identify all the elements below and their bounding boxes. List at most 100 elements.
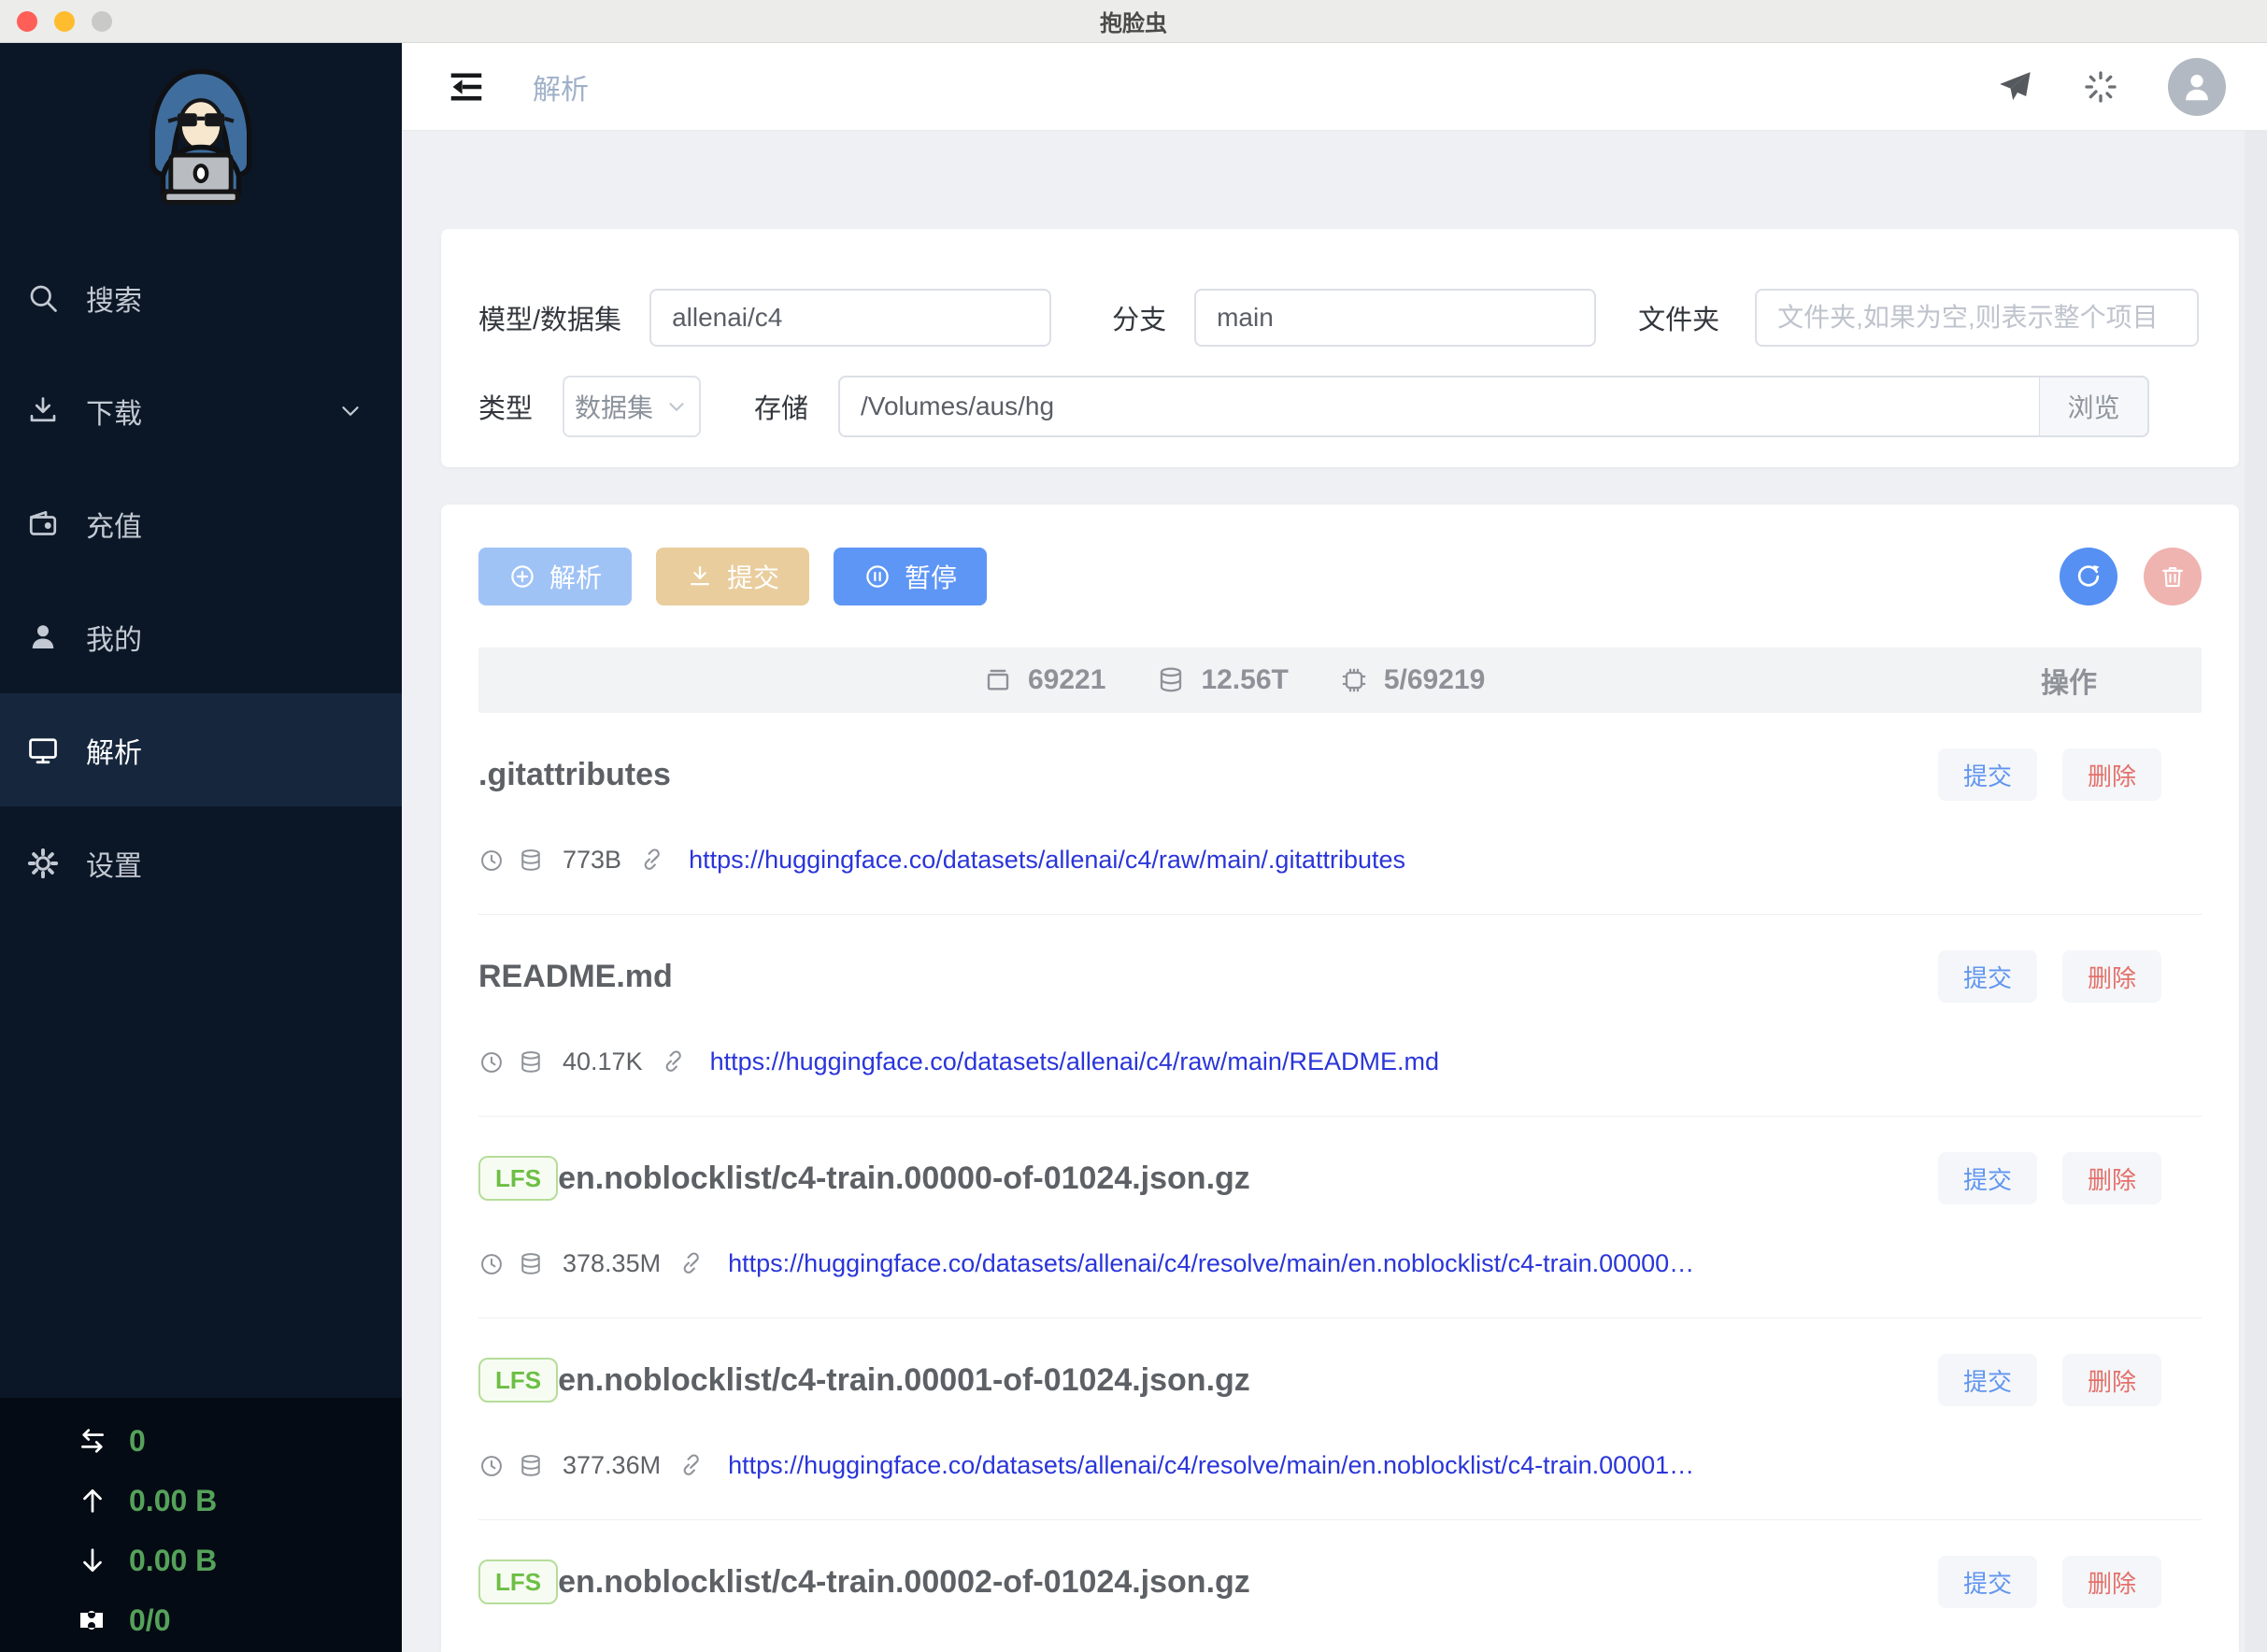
refresh-button[interactable] [2060, 548, 2117, 605]
file-list-card: 解析 提交 暂停 69221 12.56T 5/69219 操作 .gitatt… [441, 505, 2239, 1652]
database-icon [518, 1049, 544, 1075]
row-delete-button[interactable]: 删除 [2061, 1152, 2161, 1204]
plus-circle-icon [508, 563, 536, 591]
file-name: README.md [478, 958, 673, 994]
database-icon [518, 1251, 544, 1277]
stat-tasks: 0/0 [77, 1590, 402, 1650]
chevron-down-icon [336, 397, 364, 425]
file-url-link[interactable]: https://huggingface.co/datasets/allenai/… [728, 1249, 1694, 1278]
file-name: en.noblocklist/c4-train.00002-of-01024.j… [558, 1563, 1250, 1600]
topbar: 解析 [402, 43, 2267, 131]
clock-icon [478, 1453, 505, 1479]
row-submit-button[interactable]: 提交 [1937, 1152, 2037, 1204]
arrow-up-icon [77, 1485, 108, 1517]
stat-connections: 0 [77, 1411, 402, 1471]
sidebar-item-download[interactable]: 下载 [0, 354, 402, 467]
tape-icon [77, 1604, 108, 1636]
database-icon [518, 1453, 544, 1479]
parse-button[interactable]: 解析 [478, 548, 633, 605]
arrow-down-icon [77, 1545, 108, 1576]
sidebar-item-settings[interactable]: 设置 [0, 806, 402, 919]
summary-total-size-value: 12.56T [1201, 664, 1289, 695]
row-submit-button[interactable]: 提交 [1937, 1354, 2037, 1406]
folder-input[interactable] [1755, 289, 2200, 347]
folder-label: 文件夹 [1638, 306, 1720, 335]
type-select-value: 数据集 [575, 393, 654, 422]
file-url-link[interactable]: https://huggingface.co/datasets/allenai/… [728, 1451, 1694, 1480]
link-icon [679, 1453, 706, 1479]
row-delete-button[interactable]: 删除 [2061, 1556, 2161, 1608]
sidebar-item-parse[interactable]: 解析 [0, 693, 402, 806]
sidebar-item-label: 设置 [86, 850, 142, 882]
cpu-chip-icon [1339, 665, 1369, 695]
window-title: 抱脸虫 [1100, 11, 1167, 36]
file-list: LFS .gitattributes 773B ht [478, 713, 2202, 1652]
repo-input[interactable] [649, 289, 1052, 347]
sidebar: 搜索 下载 充值 我的 解析 设置 0 0.00 B 0.00 B 0/0 [0, 43, 402, 1652]
file-name: en.noblocklist/c4-train.00000-of-01024.j… [558, 1160, 1250, 1196]
minimize-window-button[interactable] [54, 10, 75, 32]
lfs-badge: LFS [478, 1156, 559, 1201]
row-delete-button[interactable]: 删除 [2061, 1354, 2161, 1406]
window-titlebar: 抱脸虫 [0, 0, 2267, 43]
file-url-link[interactable]: https://huggingface.co/datasets/allenai/… [689, 846, 1405, 875]
type-select[interactable]: 数据集 [563, 376, 702, 437]
row-submit-button[interactable]: 提交 [1937, 748, 2037, 801]
close-window-button[interactable] [17, 10, 37, 32]
file-size: 377.36M [563, 1451, 662, 1479]
stat-value: 0 [129, 1423, 146, 1458]
submit-all-button[interactable]: 提交 [656, 548, 810, 605]
summary-file-count: 69221 [983, 664, 1105, 696]
summary-total-size: 12.56T [1156, 664, 1289, 696]
row-delete-button[interactable]: 删除 [2061, 950, 2161, 1003]
file-row: LFS en.noblocklist/c4-train.00000-of-010… [478, 1117, 2202, 1318]
clock-icon [478, 1049, 505, 1075]
row-submit-button[interactable]: 提交 [1937, 1556, 2037, 1608]
link-icon [662, 1049, 688, 1075]
spinner-icon[interactable] [2082, 68, 2119, 106]
chevron-down-icon [664, 394, 689, 419]
content: 模型/数据集 分支 文件夹 类型 数据集 [402, 131, 2267, 1652]
zoom-window-button[interactable] [92, 10, 112, 32]
file-size: 378.35M [563, 1249, 662, 1277]
sidebar-item-recharge[interactable]: 充值 [0, 467, 402, 580]
hacker-logo-icon [150, 68, 252, 205]
delete-all-button[interactable] [2144, 548, 2202, 605]
summary-progress: 5/69219 [1339, 664, 1485, 696]
sidebar-item-mine[interactable]: 我的 [0, 580, 402, 693]
repo-form-card: 模型/数据集 分支 文件夹 类型 数据集 [441, 229, 2239, 467]
tab-parse[interactable]: 解析 [533, 66, 589, 107]
summary-progress-value: 5/69219 [1383, 664, 1486, 695]
send-icon[interactable] [1996, 68, 2033, 106]
avatar[interactable] [2168, 57, 2226, 116]
pause-button[interactable]: 暂停 [834, 548, 988, 605]
clock-icon [478, 1251, 505, 1277]
clock-icon [478, 847, 505, 874]
file-row: LFS en.noblocklist/c4-train.00002-of-010… [478, 1520, 2202, 1652]
swap-arrows-icon [77, 1425, 108, 1457]
parse-button-label: 解析 [549, 563, 603, 592]
browse-button[interactable]: 浏览 [2039, 376, 2150, 437]
user-icon [26, 620, 62, 655]
sidebar-item-label: 解析 [86, 737, 142, 769]
row-submit-button[interactable]: 提交 [1937, 950, 2037, 1003]
sidebar-item-label: 我的 [86, 624, 142, 656]
branch-label: 分支 [1112, 306, 1167, 335]
vertical-scrollbar[interactable] [2245, 131, 2267, 1652]
pause-button-label: 暂停 [905, 563, 958, 592]
branch-input[interactable] [1194, 289, 1597, 347]
sidebar-item-search[interactable]: 搜索 [0, 241, 402, 354]
sidebar-item-label: 下载 [86, 398, 142, 430]
file-row: LFS en.noblocklist/c4-train.00001-of-010… [478, 1318, 2202, 1520]
lfs-badge: LFS [478, 1358, 559, 1403]
network-stats-panel: 0 0.00 B 0.00 B 0/0 [0, 1398, 402, 1652]
menu-fold-icon[interactable] [447, 67, 486, 107]
gear-icon [26, 846, 62, 881]
file-url-link[interactable]: https://huggingface.co/datasets/allenai/… [710, 1047, 1439, 1076]
stat-value: 0.00 B [129, 1543, 218, 1577]
storage-input[interactable] [838, 376, 2040, 437]
row-delete-button[interactable]: 删除 [2061, 748, 2161, 801]
actions-column-header: 操作 [2041, 668, 2097, 699]
summary-bar: 69221 12.56T 5/69219 操作 [478, 648, 2202, 713]
app-logo [0, 43, 402, 241]
